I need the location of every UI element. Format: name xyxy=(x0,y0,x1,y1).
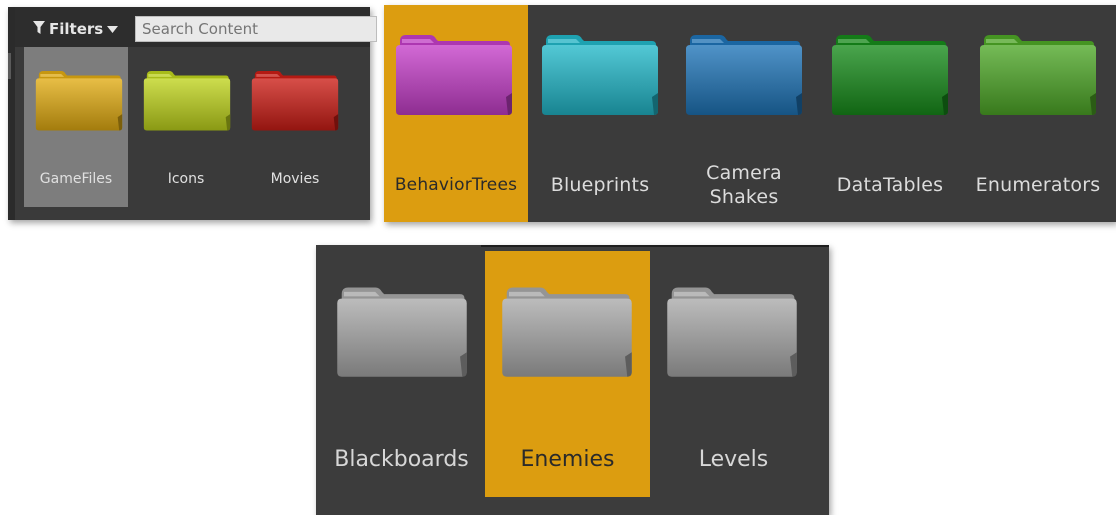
folder-icon xyxy=(686,35,802,115)
folder-icon xyxy=(396,35,512,115)
folder-tile-blackboards[interactable]: Blackboards xyxy=(319,251,484,497)
folder-label: Blueprints xyxy=(550,174,650,196)
folder-label: GameFiles xyxy=(39,171,113,187)
filters-label: Filters xyxy=(49,20,104,38)
splitter-handle[interactable] xyxy=(8,53,11,79)
folder-label: BehaviorTrees xyxy=(394,175,518,195)
folder-label: DataTables xyxy=(836,174,944,196)
folder-icon xyxy=(980,35,1096,115)
folder-icon xyxy=(143,70,231,131)
folder-icon xyxy=(502,287,632,377)
folder-icon xyxy=(667,287,797,377)
folder-label-text: Camera Shakes xyxy=(706,162,782,208)
content-browser-panel: Filters GameFiles Icons Movies xyxy=(8,7,377,220)
content-browser-toolbar: Filters xyxy=(15,7,377,47)
funnel-icon xyxy=(33,19,45,39)
folder-label: Enumerators xyxy=(975,174,1101,196)
folder-icon xyxy=(35,70,123,131)
folder-label: Blackboards xyxy=(334,447,469,472)
folder-icon xyxy=(337,287,467,377)
folder-label: Enemies xyxy=(520,447,615,472)
folder-icon xyxy=(832,35,948,115)
divider xyxy=(481,245,829,247)
folder-label: Levels xyxy=(698,447,769,472)
folder-label: Camera Shakes xyxy=(672,161,816,209)
gray-folders-panel: Blackboards Enemies Levels xyxy=(316,245,829,515)
filters-button[interactable]: Filters xyxy=(33,19,119,39)
caret-down-icon xyxy=(107,19,119,39)
folder-icon xyxy=(251,70,339,131)
folder-tile-behaviortrees[interactable]: BehaviorTrees xyxy=(384,5,528,222)
folder-tile-enumerators[interactable]: Enumerators xyxy=(966,5,1110,222)
folder-tile-camera-shakes[interactable]: Camera Shakes xyxy=(672,5,816,222)
folder-icon xyxy=(542,35,658,115)
folder-tile-levels[interactable]: Levels xyxy=(651,251,816,497)
sources-collapse-edge[interactable] xyxy=(8,7,15,220)
search-input[interactable] xyxy=(135,16,377,42)
folder-tile-enemies[interactable]: Enemies xyxy=(485,251,650,497)
folder-tile-movies[interactable]: Movies xyxy=(243,47,347,207)
folder-tile-blueprints[interactable]: Blueprints xyxy=(528,5,672,222)
folder-label: Movies xyxy=(270,171,320,187)
folder-tile-datatables[interactable]: DataTables xyxy=(818,5,962,222)
colored-folders-panel: BehaviorTrees Blueprints Camera Shakes D… xyxy=(384,5,1116,222)
folder-tile-gamefiles[interactable]: GameFiles xyxy=(24,47,128,207)
folder-label: Icons xyxy=(167,171,205,187)
folder-tile-icons[interactable]: Icons xyxy=(134,47,238,207)
